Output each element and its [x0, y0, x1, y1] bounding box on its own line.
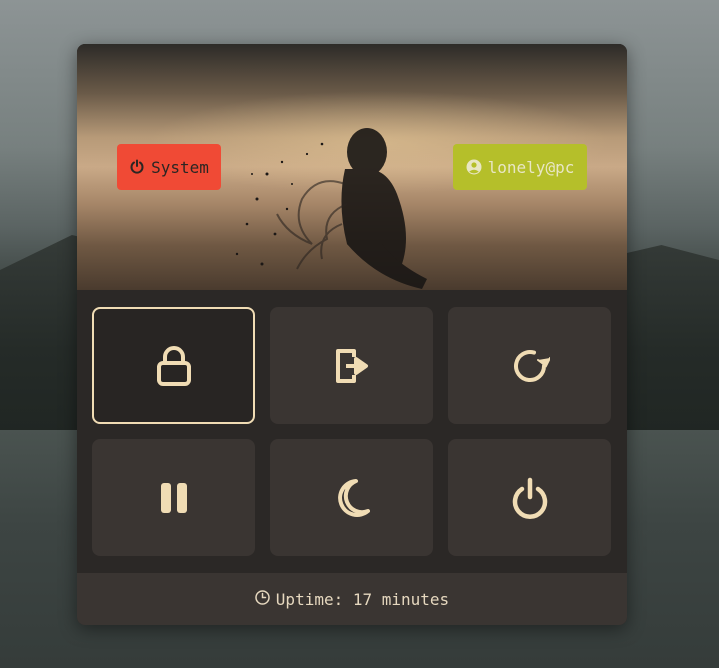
power-icon — [511, 477, 549, 519]
reboot-icon — [510, 346, 550, 386]
system-label: System — [151, 157, 209, 177]
shutdown-button[interactable] — [448, 439, 611, 556]
system-button[interactable]: System — [117, 144, 221, 190]
power-icon — [129, 159, 145, 175]
powermenu-window: System lonely@pc Uptime: 17 minutes — [77, 44, 627, 625]
logout-icon — [334, 347, 370, 385]
action-grid — [92, 307, 612, 556]
logout-button[interactable] — [270, 307, 433, 424]
status-bar: Uptime: 17 minutes — [77, 573, 627, 625]
lock-icon — [156, 345, 192, 387]
user-button[interactable]: lonely@pc — [453, 144, 587, 190]
figure-illustration — [235, 128, 427, 289]
hibernate-button[interactable] — [270, 439, 433, 556]
user-label: lonely@pc — [487, 157, 575, 177]
header-image: System lonely@pc — [77, 44, 627, 290]
uptime-label: Uptime: 17 minutes — [275, 589, 450, 609]
reboot-button[interactable] — [448, 307, 611, 424]
moon-icon — [334, 478, 370, 518]
user-circle-icon — [466, 159, 482, 175]
clock-icon — [255, 589, 270, 609]
lock-button[interactable] — [92, 307, 255, 424]
pause-icon — [159, 481, 189, 515]
suspend-button[interactable] — [92, 439, 255, 556]
